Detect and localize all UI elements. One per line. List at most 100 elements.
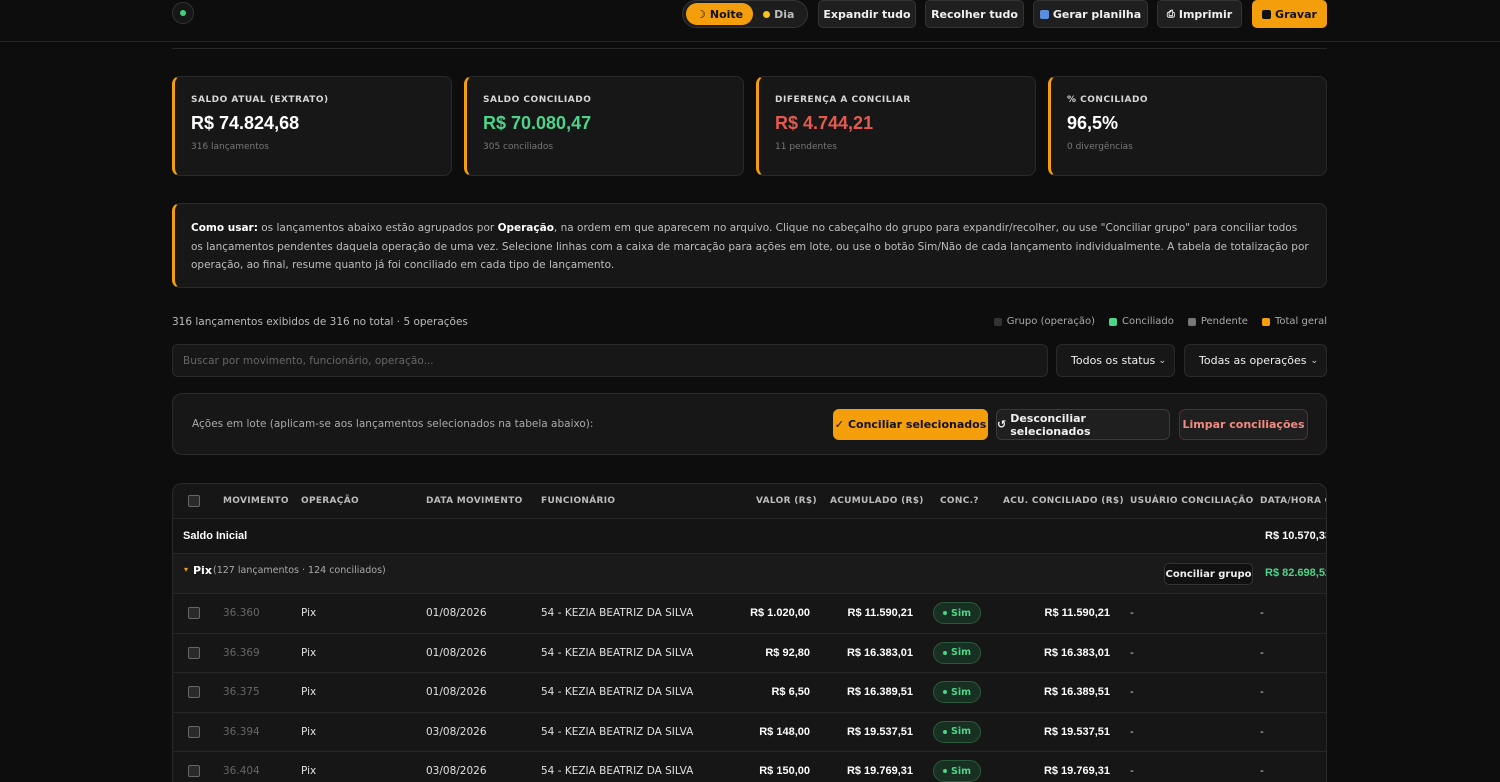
entries-table: MOVIMENTO OPERAÇÃO DATA MOVIMENTO FUNCIO… — [172, 483, 1327, 782]
print-button[interactable]: ⎙ Imprimir — [1157, 0, 1242, 28]
table-row[interactable]: 36.360 Pix 01/08/2026 54 - KEZIA BEATRIZ DA… — [173, 594, 1326, 634]
value: R$ 150,00 — [759, 765, 810, 777]
col-reconciled[interactable]: CONC.? — [940, 496, 979, 506]
reconciled-toggle[interactable]: Sim — [933, 681, 981, 703]
theme-night-button[interactable]: ☽ Noite — [686, 3, 754, 25]
dot-icon — [943, 769, 947, 773]
moon-icon: ☽ — [696, 7, 706, 21]
col-datetime[interactable]: DATA/HORA CONCILIAÇÃO — [1260, 496, 1326, 506]
reconcile-datetime: - — [1260, 646, 1264, 659]
reconciled-toggle[interactable]: Sim — [933, 760, 981, 782]
legend: Grupo (operação) Conciliado Pendente Tot… — [993, 316, 1327, 327]
chevron-down-icon: ⌄ — [1158, 355, 1166, 366]
reconcile-user: - — [1130, 686, 1134, 698]
col-movement[interactable]: MOVIMENTO — [223, 496, 289, 506]
accumulated-reconciled: R$ 16.389,51 — [1043, 686, 1110, 698]
row-checkbox[interactable] — [188, 607, 200, 619]
row-checkbox[interactable] — [188, 646, 200, 659]
top-bar: ☽ Noite Dia Expandir tudo Recolher tudo … — [0, 0, 1500, 42]
table-row[interactable]: 36.375 Pix 01/08/2026 54 - KEZIA BEATRIZ DA… — [173, 673, 1326, 713]
reconciled-toggle[interactable]: Sim — [933, 641, 981, 664]
table-row[interactable]: 36.404 Pix 03/08/2026 54 - KEZIA BEATRIZ DA… — [173, 752, 1326, 782]
reconcile-datetime: - — [1260, 765, 1264, 777]
card-percent-reconciled: % CONCILIADO 96,5% 0 divergências — [1048, 76, 1327, 176]
chevron-down-icon: ⌄ — [1310, 355, 1318, 366]
search-input[interactable] — [172, 344, 1048, 377]
theme-toggle[interactable]: ☽ Noite Dia — [682, 0, 808, 28]
col-user[interactable]: USUÁRIO CONCILIAÇÃO — [1130, 496, 1254, 506]
reconcile-datetime: - — [1260, 686, 1264, 698]
value: R$ 148,00 — [759, 725, 810, 738]
expand-all-button[interactable]: Expandir tudo — [818, 0, 916, 28]
reconcile-user: - — [1130, 725, 1134, 738]
status-filter-select[interactable]: Todos os status ⌄ — [1056, 344, 1175, 377]
employee: 54 - KEZIA BEATRIZ DA SILVA — [541, 765, 694, 777]
group-swatch-icon — [993, 317, 1002, 326]
col-date[interactable]: DATA MOVIMENTO — [426, 496, 523, 506]
printer-icon: ⎙ — [1166, 8, 1175, 20]
employee: 54 - KEZIA BEATRIZ DA SILVA — [541, 725, 694, 738]
operation: Pix — [301, 765, 317, 777]
operation: Pix — [301, 607, 317, 619]
group-row-pix[interactable]: ▾ Pix (127 lançamentos · 124 conciliados… — [173, 554, 1326, 594]
unreconcile-selected-button[interactable]: ↺ Desconciliar selecionados — [996, 409, 1170, 440]
movement-id: 36.360 — [223, 607, 260, 619]
accumulated-reconciled: R$ 19.769,31 — [1043, 765, 1110, 777]
reconcile-selected-button[interactable]: ✓ Conciliar selecionados — [833, 409, 988, 440]
accumulated: R$ 16.383,01 — [846, 646, 913, 659]
operations-filter-select[interactable]: Todas as operações ⌄ — [1184, 344, 1327, 377]
operation: Pix — [301, 686, 317, 698]
reconcile-user: - — [1130, 607, 1134, 619]
reconcile-user: - — [1130, 646, 1134, 659]
movement-id: 36.394 — [223, 725, 260, 738]
clear-reconciliations-button[interactable]: Limpar conciliações — [1179, 409, 1308, 440]
col-accumulated-reconciled[interactable]: ACU. CONCILIADO (R$) — [1003, 496, 1124, 506]
reconcile-user: - — [1130, 765, 1134, 777]
records-count: 316 lançamentos exibidos de 316 no total… — [172, 316, 468, 328]
col-accumulated[interactable]: ACUMULADO (R$) — [830, 496, 924, 506]
collapse-all-button[interactable]: Recolher tudo — [925, 0, 1024, 28]
pending-swatch-icon — [1187, 317, 1196, 326]
accumulated-reconciled: R$ 11.590,21 — [1044, 607, 1110, 619]
movement-date: 01/08/2026 — [426, 607, 487, 619]
divider — [172, 48, 1327, 49]
status-indicator[interactable] — [172, 2, 194, 24]
row-checkbox[interactable] — [188, 725, 200, 738]
legend-total: Total geral — [1261, 316, 1327, 327]
dot-icon — [943, 650, 947, 655]
total-swatch-icon — [1261, 317, 1270, 326]
table-header: MOVIMENTO OPERAÇÃO DATA MOVIMENTO FUNCIO… — [173, 484, 1326, 519]
reconciled-toggle[interactable]: Sim — [933, 602, 981, 624]
dot-icon — [943, 690, 947, 694]
generate-spreadsheet-button[interactable]: Gerar planilha — [1033, 0, 1148, 28]
caret-down-icon[interactable]: ▾ — [184, 565, 188, 574]
theme-day-button[interactable]: Dia — [753, 3, 804, 25]
accumulated: R$ 19.537,51 — [846, 725, 913, 738]
accumulated: R$ 16.389,51 — [846, 686, 913, 698]
select-all-checkbox[interactable] — [188, 495, 200, 507]
value: R$ 6,50 — [771, 686, 810, 698]
employee: 54 - KEZIA BEATRIZ DA SILVA — [541, 646, 694, 659]
table-row[interactable]: 36.369 Pix 01/08/2026 54 - KEZIA BEATRIZ DA… — [173, 634, 1326, 673]
reconciled-swatch-icon — [1108, 317, 1117, 326]
batch-actions-panel: Ações em lote (aplicam-se aos lançamento… — [172, 393, 1327, 455]
sun-icon — [763, 10, 771, 18]
accumulated: R$ 11.590,21 — [847, 607, 913, 619]
row-checkbox[interactable] — [188, 686, 200, 698]
check-icon: ✓ — [834, 418, 844, 431]
reconcile-group-button[interactable]: Conciliar grupo — [1164, 563, 1253, 585]
col-operation[interactable]: OPERAÇÃO — [301, 496, 359, 506]
row-checkbox[interactable] — [188, 765, 200, 777]
reconciled-toggle[interactable]: Sim — [933, 720, 981, 743]
undo-icon: ↺ — [997, 418, 1007, 431]
save-icon — [1262, 9, 1272, 19]
initial-balance-row: Saldo Inicial R$ 10.570,33 — [173, 519, 1326, 554]
table-row[interactable]: 36.394 Pix 03/08/2026 54 - KEZIA BEATRIZ DA… — [173, 713, 1326, 752]
operation: Pix — [301, 646, 317, 659]
movement-id: 36.369 — [223, 646, 260, 659]
accumulated: R$ 19.769,31 — [846, 765, 913, 777]
col-employee[interactable]: FUNCIONÁRIO — [541, 496, 615, 506]
employee: 54 - KEZIA BEATRIZ DA SILVA — [541, 607, 694, 619]
col-value[interactable]: VALOR (R$) — [756, 496, 817, 506]
save-button[interactable]: Gravar — [1252, 0, 1327, 28]
